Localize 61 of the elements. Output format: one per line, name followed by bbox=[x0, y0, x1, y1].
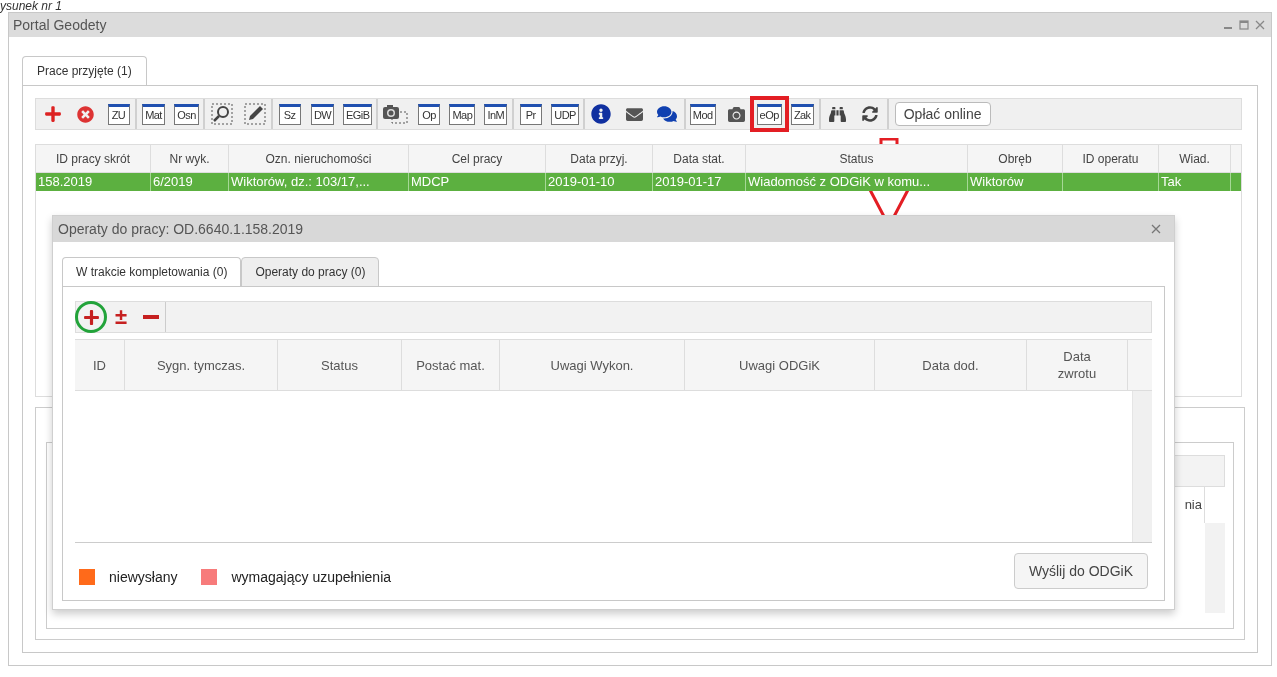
figure-caption: ysunek nr 1 bbox=[0, 0, 63, 12]
toolbar-button[interactable]: ± bbox=[106, 302, 136, 332]
legend-label: wymagający uzupełnienia bbox=[231, 567, 392, 587]
chat-icon bbox=[657, 104, 678, 124]
toolbar-button[interactable] bbox=[76, 302, 106, 332]
table-cell-text: Tak bbox=[1161, 173, 1182, 192]
delete-icon bbox=[77, 105, 94, 123]
document-icon: Op bbox=[418, 103, 440, 125]
plus-icon bbox=[82, 308, 100, 326]
table-cell-text: MDCP bbox=[411, 173, 450, 192]
toolbar-button[interactable]: Pr bbox=[514, 99, 548, 129]
column-header[interactable]: ID bbox=[93, 356, 106, 374]
column-header[interactable]: Uwagi ODGiK bbox=[739, 356, 820, 374]
column-header[interactable]: Status bbox=[746, 145, 968, 172]
table-cell-text: Wiadomość z ODGiK w komu... bbox=[748, 173, 931, 192]
minus-icon bbox=[142, 315, 159, 319]
column-header[interactable]: Postać mat. bbox=[416, 356, 485, 374]
table-cell-text: 2019-01-10 bbox=[548, 173, 615, 192]
column-header[interactable]: Ozn. nieruchomości bbox=[229, 145, 409, 172]
camera-selection-icon bbox=[382, 104, 409, 124]
column-header[interactable]: Data przyj. bbox=[546, 145, 653, 172]
column-header[interactable]: Obręb bbox=[968, 145, 1063, 172]
binoculars-icon bbox=[828, 105, 846, 123]
scrollbar[interactable] bbox=[1205, 523, 1225, 613]
legend-label: niewysłany bbox=[109, 567, 178, 587]
column-header[interactable]: Status bbox=[321, 356, 358, 374]
edit-selection-icon bbox=[243, 103, 266, 125]
column-header[interactable]: Nr wyk. bbox=[151, 145, 229, 172]
toolbar-button[interactable]: Op bbox=[412, 99, 446, 129]
info-icon bbox=[591, 104, 612, 124]
maximize-icon[interactable] bbox=[1239, 20, 1249, 30]
column-header[interactable]: ID pracy skrót bbox=[36, 145, 151, 172]
column-header[interactable]: ID operatu bbox=[1063, 145, 1159, 172]
close-icon[interactable] bbox=[1151, 224, 1161, 234]
column-header[interactable]: Cel pracy bbox=[409, 145, 546, 172]
window-title: Portal Geodety bbox=[13, 15, 107, 35]
column-header[interactable]: Data zwrotu bbox=[1052, 348, 1102, 382]
column-header[interactable]: Sygn. tymczas. bbox=[156, 356, 246, 374]
table-cell-text: 6/2019 bbox=[153, 173, 193, 192]
tab[interactable]: Operaty do pracy (0) bbox=[241, 257, 380, 287]
dialog-title: Operaty do pracy: OD.6640.1.158.2019 bbox=[58, 219, 304, 239]
pay-online-button[interactable]: Opłać online bbox=[894, 102, 991, 126]
table-cell-text: 158.2019 bbox=[38, 173, 93, 192]
column-header[interactable]: Data dod. bbox=[922, 356, 979, 374]
send-button[interactable]: Wyślij do ODGiK bbox=[1013, 553, 1148, 589]
plus-icon bbox=[43, 105, 62, 123]
scrollbar[interactable] bbox=[1132, 391, 1152, 542]
tab[interactable]: W trakcie kompletowania (0) bbox=[62, 257, 242, 287]
document-icon: Pr bbox=[519, 103, 542, 125]
column-header[interactable]: Data stat. bbox=[653, 145, 746, 172]
refresh-icon bbox=[862, 106, 879, 122]
close-icon[interactable] bbox=[1255, 20, 1265, 30]
table-cell-text: 2019-01-17 bbox=[655, 173, 722, 192]
tab[interactable]: Prace przyjęte (1) bbox=[22, 56, 147, 86]
table-cell-text: Wiktorów, dz.: 103/17,... bbox=[231, 173, 370, 192]
zoom-selection-icon bbox=[210, 103, 233, 125]
column-header[interactable]: Uwagi Wykon. bbox=[550, 356, 634, 374]
table-cell-text: Wiktorów bbox=[970, 173, 1024, 192]
camera-icon bbox=[727, 105, 745, 123]
column-header[interactable]: Wiad. bbox=[1159, 145, 1231, 172]
envelope-icon bbox=[625, 105, 643, 123]
